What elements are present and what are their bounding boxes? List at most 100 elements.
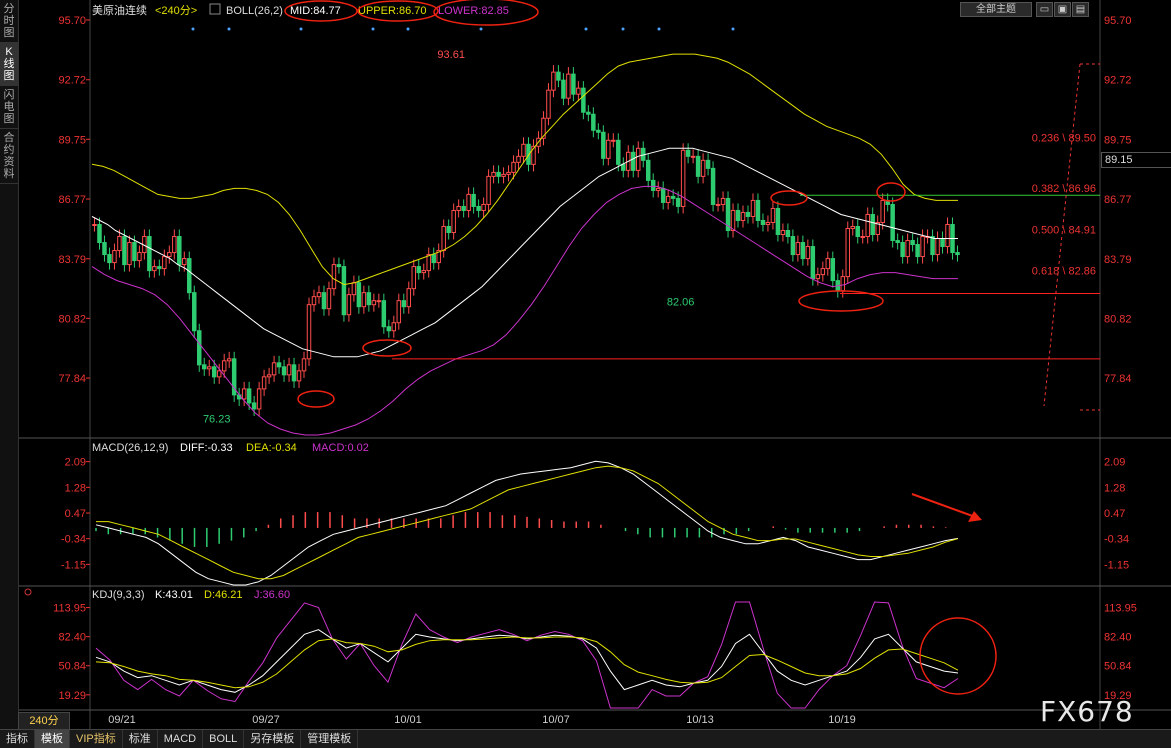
fib-level-label: 0.500 \ 84.91 — [1032, 224, 1096, 236]
bottom-tab[interactable]: BOLL — [203, 730, 245, 748]
minimize-icon[interactable]: ▭ — [1036, 2, 1053, 17]
candle-body — [211, 366, 217, 378]
price-axis-left-tick: 95.70 — [58, 15, 86, 27]
kdj-label: KDJ(9,3,3) — [92, 589, 145, 601]
candle-body — [446, 225, 451, 234]
bottom-tab[interactable]: VIP指标 — [70, 730, 123, 748]
candle-body — [596, 129, 601, 133]
candle-body — [251, 402, 257, 410]
candle-body — [715, 203, 721, 206]
candle-body — [820, 268, 826, 276]
side-tab[interactable]: 合约资料 — [0, 129, 18, 184]
candle-body — [805, 246, 811, 260]
macd-label: MACD(26,12,9) — [92, 442, 168, 454]
macd-diff-value: DIFF:-0.33 — [180, 442, 233, 454]
macd-axis-right-tick: 2.09 — [1104, 457, 1125, 469]
boll-lower-value: LOWER:82.85 — [438, 5, 509, 17]
candle-body — [521, 143, 526, 157]
side-tab[interactable]: 闪电图 — [0, 86, 18, 129]
theme-select[interactable]: 全部主题 — [960, 2, 1032, 17]
candle-body — [456, 205, 461, 211]
restore-icon[interactable]: ▣ — [1054, 2, 1071, 17]
candle-body — [341, 266, 347, 316]
bottom-tab[interactable]: 指标 — [0, 730, 35, 748]
macd-axis-left-tick: 2.09 — [65, 457, 86, 469]
price-annotation: 82.06 — [667, 296, 695, 308]
candle-body — [780, 230, 786, 236]
candle-body — [665, 195, 671, 203]
candle-body — [261, 376, 267, 390]
candle-body — [137, 252, 142, 262]
chart-canvas[interactable]: 0.236 \ 89.50 0.382 \ 86.96 0.500 \ 84.91 0… — [0, 0, 1171, 747]
candle-body — [301, 358, 307, 372]
kdj-k-value: K:43.01 — [155, 589, 193, 601]
kdj-d-value: D:46.21 — [204, 589, 243, 601]
candle-body — [675, 197, 681, 207]
bottom-tab[interactable]: MACD — [158, 730, 204, 748]
bottom-tab[interactable]: 标准 — [123, 730, 158, 748]
macd-axis-left-tick: -1.15 — [61, 559, 86, 571]
candle-body — [476, 205, 481, 211]
candle-body — [246, 388, 252, 404]
candle-body — [581, 87, 586, 113]
kdj-axis-left-tick: 50.84 — [58, 661, 86, 673]
bottom-tab[interactable]: 管理模板 — [301, 730, 359, 748]
macd-dea-value: DEA:-0.34 — [246, 442, 297, 454]
fib-level-label: 0.618 \ 82.86 — [1032, 265, 1096, 277]
candle-body — [157, 266, 162, 270]
candle-body — [785, 230, 791, 238]
candle-body — [167, 252, 172, 258]
price-annotation: 76.23 — [203, 413, 231, 425]
candle-body — [695, 155, 701, 177]
candle-body — [945, 223, 950, 248]
candle-body — [421, 270, 426, 274]
candle-body — [740, 211, 746, 221]
candle-body — [256, 388, 262, 410]
candle-body — [221, 360, 227, 372]
candle-body — [496, 171, 501, 177]
side-tab[interactable]: 分时图 — [0, 0, 18, 43]
candle-body — [197, 330, 202, 366]
side-tab[interactable]: K线图 — [0, 43, 18, 86]
kdj-j-value: J:36.60 — [254, 589, 290, 601]
signal-dot — [406, 27, 410, 31]
period-label: <240分> — [155, 4, 197, 17]
fib-level-label: 0.236 \ 89.50 — [1032, 132, 1096, 144]
candle-body — [311, 296, 317, 306]
candle-body — [705, 159, 711, 169]
price-axis-right-tick: 83.79 — [1104, 254, 1132, 266]
kdj-axis-left-tick: 19.29 — [58, 690, 86, 702]
candle-body — [97, 223, 102, 244]
candle-body — [855, 225, 860, 238]
kdj-axis-right-tick: 82.40 — [1104, 632, 1132, 644]
candle-body — [810, 246, 816, 280]
candle-body — [266, 374, 272, 378]
bottom-tab[interactable]: 模板 — [35, 730, 70, 748]
candle-body — [650, 179, 656, 191]
candle-body — [216, 370, 222, 378]
candle-body — [601, 131, 606, 159]
timeframe-select[interactable]: 240分 — [18, 712, 70, 730]
candle-body — [406, 288, 412, 308]
candle-body — [177, 236, 182, 266]
maximize-icon[interactable]: ▤ — [1072, 2, 1089, 17]
candle-body — [631, 151, 636, 171]
candle-body — [635, 147, 641, 171]
candle-body — [291, 364, 297, 382]
signal-dot — [731, 27, 735, 31]
candle-body — [755, 199, 761, 221]
bottom-tab[interactable]: 另存模板 — [244, 730, 302, 748]
candle-body — [386, 326, 392, 332]
candle-body — [940, 238, 945, 248]
symbol-label: 美原油连续 — [92, 3, 147, 17]
candle-body — [466, 193, 471, 211]
date-tick: 10/13 — [686, 714, 714, 726]
candle-body — [910, 240, 915, 246]
kdj-axis-right-tick: 50.84 — [1104, 661, 1132, 673]
candle-body — [880, 199, 885, 223]
candle-body — [890, 203, 895, 242]
candle-body — [241, 388, 247, 400]
price-axis-left-tick: 80.82 — [58, 313, 86, 325]
candle-body — [201, 364, 207, 370]
candle-body — [790, 236, 796, 256]
